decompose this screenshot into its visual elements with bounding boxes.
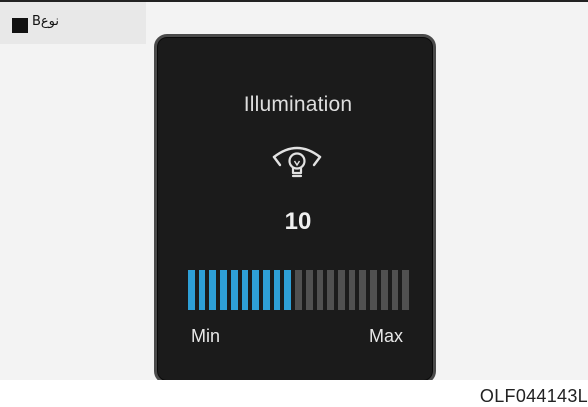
display-title: Illumination [243,93,353,116]
level-segment-active [188,270,195,310]
level-segment-inactive [316,270,324,310]
level-segment-inactive [295,270,302,310]
level-segment-active [252,270,259,310]
type-square-icon [12,18,28,33]
level-segment-inactive [370,270,377,310]
figure-code: OLF044143L [479,386,588,406]
level-value: 10 [284,208,312,235]
level-segment-active [220,270,227,310]
level-segment-active [241,270,249,310]
illumination-bulb-icon [272,146,322,178]
level-segment-inactive [327,270,334,310]
page: نوعB Illumination 10 Min Max OLF044143L [0,0,588,407]
level-segment-active [230,270,238,310]
level-segment-active [273,270,281,310]
type-tag: نوعB [0,2,146,44]
type-label: نوعB [32,14,60,29]
level-segment-inactive [391,270,399,310]
level-segment-inactive [305,270,313,310]
level-segment-active [263,270,270,310]
level-segment-inactive [380,270,388,310]
scale-min-label: Min [191,326,221,346]
level-segment-active [209,270,217,310]
level-segment-inactive [348,270,356,310]
level-segment-active [284,270,292,310]
level-segment-inactive [359,270,367,310]
level-bar [188,270,409,310]
illumination-display: Illumination 10 Min Max [154,34,436,384]
level-segment-inactive [402,270,409,310]
scale-max-label: Max [368,326,403,346]
level-segment-inactive [338,270,345,310]
level-segment-active [198,270,206,310]
